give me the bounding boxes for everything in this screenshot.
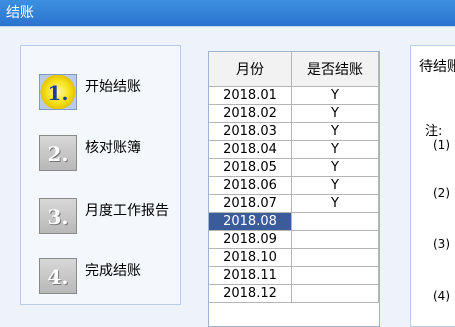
closed-cell[interactable] xyxy=(291,266,379,285)
month-cell[interactable]: 2018.09 xyxy=(209,230,292,249)
month-cell[interactable]: 2018.06 xyxy=(209,176,292,195)
table-row[interactable]: 2018.01 Y xyxy=(209,86,379,105)
closed-cell[interactable]: Y xyxy=(291,158,379,177)
step-3[interactable]: 3. 月度工作报告 xyxy=(39,198,179,238)
dialog-client-area: 1. 开始结账 2. 核对账簿 3. 月度工作报告 4. 完成结账 月份 是否结… xyxy=(0,26,455,327)
table-row[interactable]: 2018.03 Y xyxy=(209,122,379,141)
step-3-icon: 3. xyxy=(39,198,77,234)
month-table[interactable]: 月份 是否结账 2018.01 Y 2018.02 Y 2018.03 Y 2018.… xyxy=(208,51,380,327)
month-cell[interactable]: 2018.11 xyxy=(209,266,292,285)
table-row[interactable]: 2018.02 Y xyxy=(209,104,379,123)
table-row-selected[interactable]: 2018.08 xyxy=(209,212,379,231)
step-1-label: 开始结账 xyxy=(85,79,141,95)
table-row[interactable]: 2018.10 xyxy=(209,248,379,267)
pending-close-panel: 待结账 注: (1) (2) (3) (4) xyxy=(410,45,455,327)
table-row[interactable]: 2018.04 Y xyxy=(209,140,379,159)
closed-cell[interactable] xyxy=(291,248,379,267)
note-item-3: (3) xyxy=(433,237,450,251)
closed-cell[interactable] xyxy=(291,230,379,249)
step-4-icon: 4. xyxy=(39,258,77,294)
step-1[interactable]: 1. 开始结账 xyxy=(39,74,179,114)
step-3-label: 月度工作报告 xyxy=(85,203,169,219)
window-title: 结账 xyxy=(6,5,34,21)
month-cell[interactable]: 2018.01 xyxy=(209,86,292,105)
table-row[interactable]: 2018.05 Y xyxy=(209,158,379,177)
step-2-label: 核对账簿 xyxy=(85,140,141,156)
month-cell[interactable]: 2018.07 xyxy=(209,194,292,213)
table-row[interactable]: 2018.07 Y xyxy=(209,194,379,213)
month-cell[interactable]: 2018.08 xyxy=(209,212,292,231)
closed-column-header[interactable]: 是否结账 xyxy=(291,52,379,87)
note-label: 注: xyxy=(425,124,443,139)
step-4-label: 完成结账 xyxy=(85,263,141,279)
month-cell[interactable]: 2018.10 xyxy=(209,248,292,267)
closed-cell[interactable]: Y xyxy=(291,122,379,141)
month-column-header[interactable]: 月份 xyxy=(209,52,292,87)
note-item-2: (2) xyxy=(433,186,450,200)
closed-cell[interactable]: Y xyxy=(291,104,379,123)
note-item-1: (1) xyxy=(433,138,450,152)
month-cell[interactable]: 2018.05 xyxy=(209,158,292,177)
window-titlebar: 结账 xyxy=(0,0,455,26)
step-4[interactable]: 4. 完成结账 xyxy=(39,258,179,298)
closed-cell[interactable]: Y xyxy=(291,176,379,195)
month-cell[interactable]: 2018.04 xyxy=(209,140,292,159)
month-cell[interactable]: 2018.02 xyxy=(209,104,292,123)
step-2-icon: 2. xyxy=(39,135,77,171)
note-item-4: (4) xyxy=(433,289,450,303)
step-panel: 1. 开始结账 2. 核对账簿 3. 月度工作报告 4. 完成结账 xyxy=(20,45,181,305)
table-header-row: 月份 是否结账 xyxy=(209,52,379,87)
table-row[interactable]: 2018.09 xyxy=(209,230,379,249)
pending-close-title: 待结账 xyxy=(419,59,455,75)
month-cell[interactable]: 2018.03 xyxy=(209,122,292,141)
table-row[interactable]: 2018.06 Y xyxy=(209,176,379,195)
step-2[interactable]: 2. 核对账簿 xyxy=(39,135,179,175)
closed-cell[interactable]: Y xyxy=(291,140,379,159)
closed-cell[interactable]: Y xyxy=(291,86,379,105)
step-1-icon: 1. xyxy=(39,74,77,110)
table-row[interactable]: 2018.11 xyxy=(209,266,379,285)
closed-cell[interactable]: Y xyxy=(291,194,379,213)
closed-cell[interactable] xyxy=(291,212,379,231)
